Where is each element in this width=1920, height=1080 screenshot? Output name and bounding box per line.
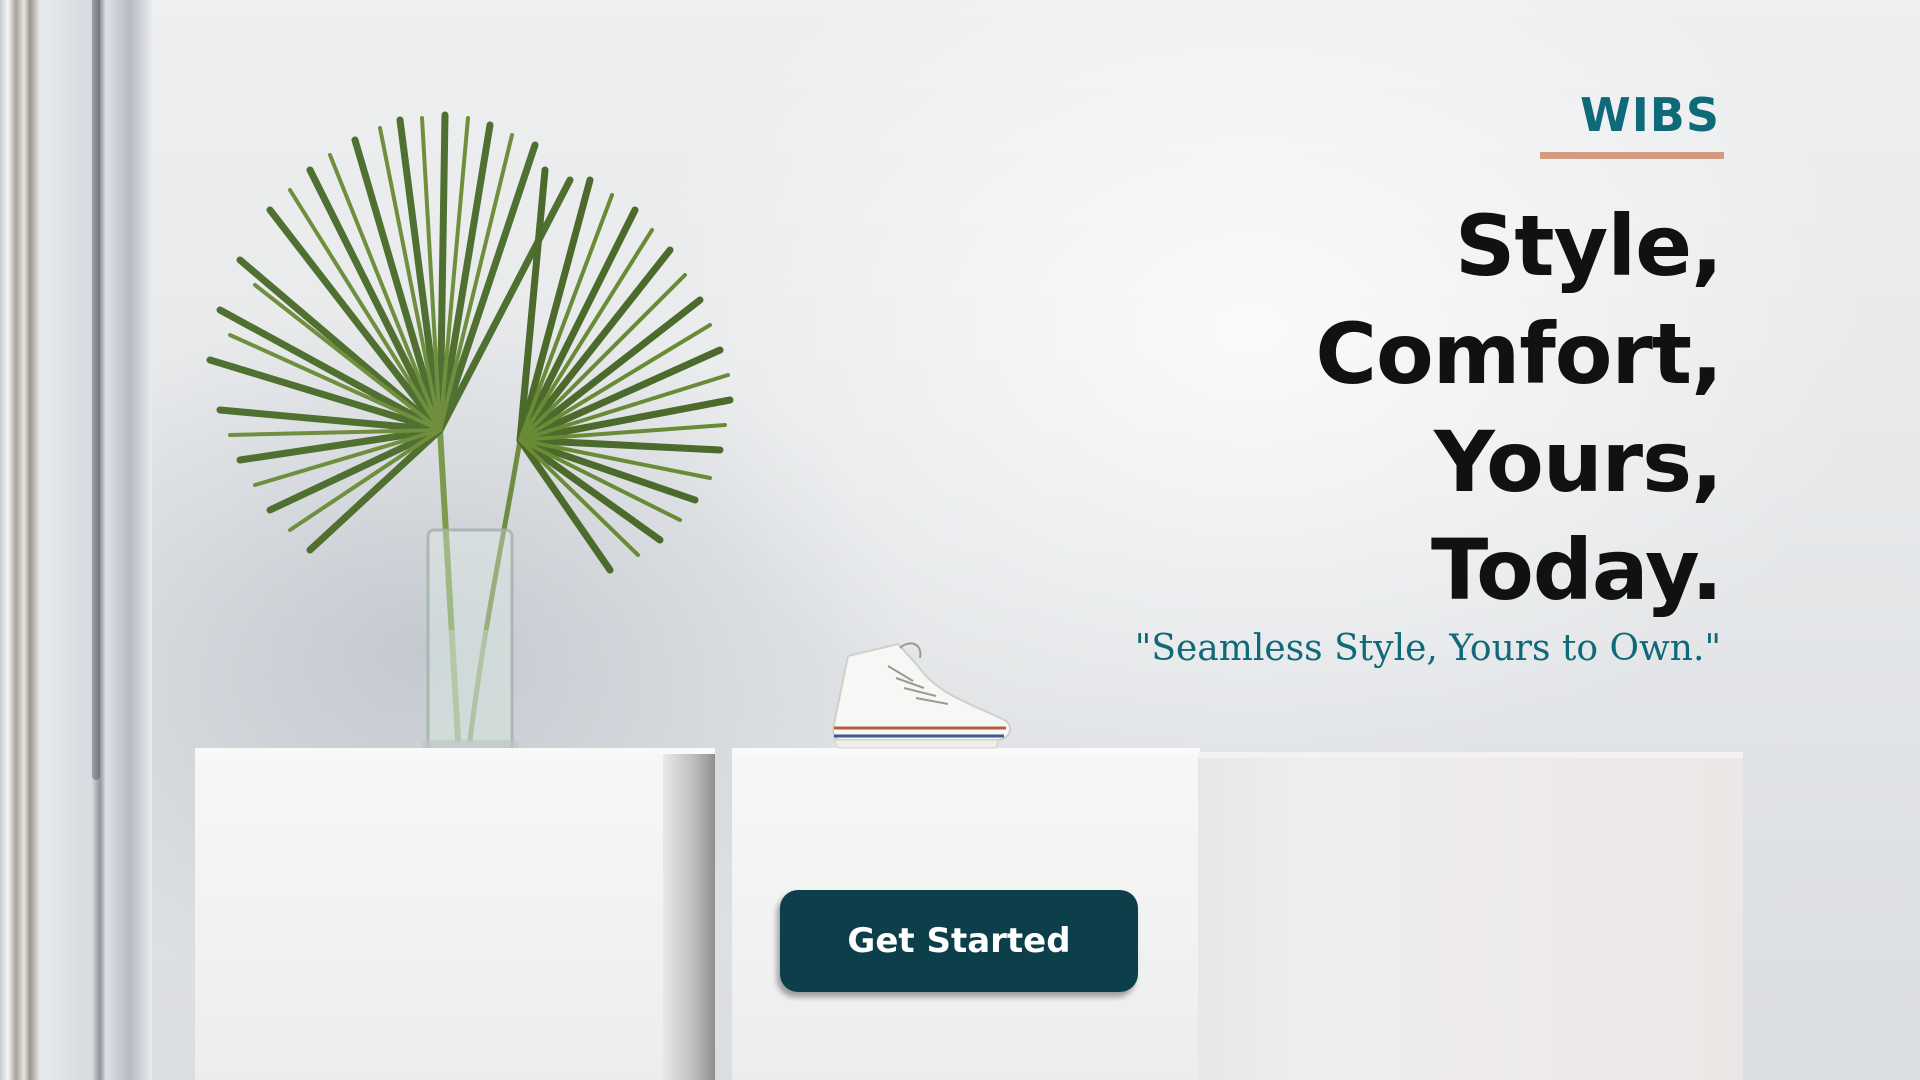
brand-logo[interactable]: WIBS: [1580, 88, 1720, 142]
brand-underline: [1540, 152, 1724, 159]
palm-plant-icon: [206, 111, 734, 752]
window-frame: [0, 0, 152, 1080]
pedestal-left-top: [195, 748, 715, 754]
hero-headline: Style, Comfort, Yours, Today.: [1022, 192, 1723, 624]
headline-line: Yours,: [1434, 413, 1723, 511]
hero-tagline: "Seamless Style, Yours to Own.": [1134, 628, 1721, 669]
headline-line: Comfort,: [1315, 305, 1723, 403]
headline-line: Style,: [1454, 197, 1723, 295]
pedestal-left: [195, 752, 715, 1080]
hero-scene: WIBS Style, Comfort, Yours, Today. "Seam…: [0, 0, 1920, 1080]
pedestal-left-side: [663, 752, 715, 1080]
get-started-button[interactable]: Get Started: [780, 890, 1138, 992]
headline-line: Today.: [1430, 521, 1723, 619]
pedestal-right: [1198, 752, 1743, 1080]
sneaker-icon: [832, 642, 1012, 749]
pedestal-right-top: [1198, 752, 1743, 758]
